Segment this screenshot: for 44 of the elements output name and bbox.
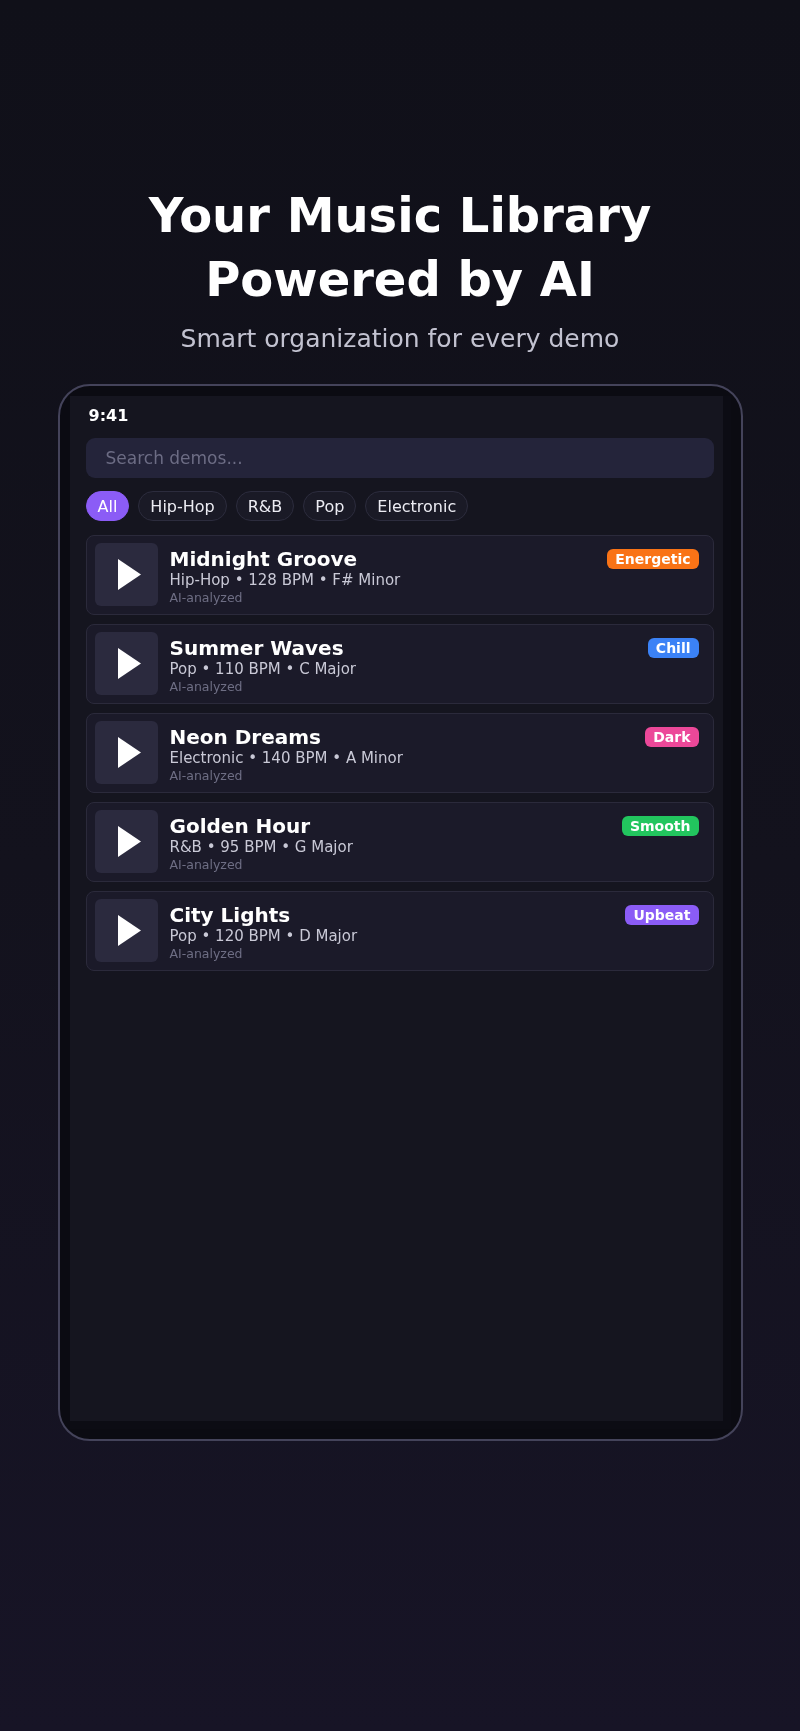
search-field[interactable]: Search demos... bbox=[85, 438, 714, 478]
play-icon bbox=[117, 737, 141, 768]
song-card[interactable]: Midnight Groove Hip-Hop • 128 BPM • F# Minor AI-analyzed Energetic bbox=[85, 535, 714, 615]
play-button[interactable] bbox=[94, 543, 158, 606]
mood-tag: Upbeat bbox=[625, 905, 699, 925]
song-title: City Lights bbox=[169, 903, 292, 927]
song-meta: R&B • 95 BPM • G Major bbox=[169, 838, 354, 857]
mood-tag: Dark bbox=[645, 727, 699, 747]
analysis-label: AI-analyzed bbox=[169, 679, 244, 694]
song-card[interactable]: City Lights Pop • 120 BPM • D Major AI-analyzed Upbeat bbox=[85, 891, 714, 971]
hero-title: Your Music Library Powered by AI bbox=[147, 186, 653, 309]
play-button[interactable] bbox=[94, 632, 158, 695]
filter-chip[interactable]: Electronic bbox=[365, 491, 469, 521]
play-button[interactable] bbox=[94, 721, 158, 784]
song-meta: Pop • 110 BPM • C Major bbox=[169, 660, 358, 679]
status-time: 9:41 bbox=[87, 406, 130, 426]
song-meta: Hip-Hop • 128 BPM • F# Minor bbox=[169, 571, 402, 590]
hero-subtitle: Smart organization for every demo bbox=[179, 323, 621, 355]
play-icon bbox=[117, 826, 141, 857]
mood-tag: Energetic bbox=[607, 549, 699, 569]
song-title: Midnight Groove bbox=[169, 547, 359, 571]
analysis-label: AI-analyzed bbox=[169, 768, 244, 783]
filter-chip[interactable]: R&B bbox=[235, 491, 295, 521]
analysis-label: AI-analyzed bbox=[169, 946, 244, 961]
mood-tag: Smooth bbox=[621, 816, 699, 836]
song-meta: Pop • 120 BPM • D Major bbox=[169, 927, 359, 946]
play-icon bbox=[117, 915, 141, 946]
play-icon bbox=[117, 559, 141, 590]
song-meta: Electronic • 140 BPM • A Minor bbox=[169, 749, 404, 768]
song-title: Neon Dreams bbox=[169, 725, 322, 749]
song-card[interactable]: Summer Waves Pop • 110 BPM • C Major AI-analyzed Chill bbox=[85, 624, 714, 704]
song-card[interactable]: Golden Hour R&B • 95 BPM • G Major AI-analyzed Smooth bbox=[85, 802, 714, 882]
analysis-label: AI-analyzed bbox=[169, 590, 244, 605]
filter-chip[interactable]: All bbox=[85, 491, 130, 521]
filter-chip[interactable]: Pop bbox=[303, 491, 357, 521]
song-title: Summer Waves bbox=[169, 636, 345, 660]
play-icon bbox=[117, 648, 141, 679]
analysis-label: AI-analyzed bbox=[169, 857, 244, 872]
song-title: Golden Hour bbox=[169, 814, 312, 838]
filter-chip[interactable]: Hip-Hop bbox=[138, 491, 227, 521]
play-button[interactable] bbox=[94, 810, 158, 873]
play-button[interactable] bbox=[94, 899, 158, 962]
song-card[interactable]: Neon Dreams Electronic • 140 BPM • A Minor AI-analyzed Dark bbox=[85, 713, 714, 793]
mood-tag: Chill bbox=[647, 638, 699, 658]
